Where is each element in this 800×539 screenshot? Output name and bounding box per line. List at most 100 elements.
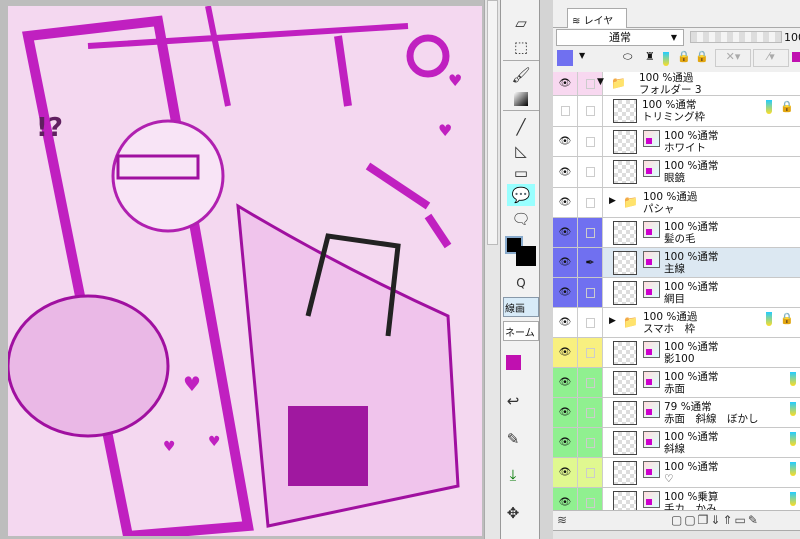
- color-swatch[interactable]: [506, 355, 521, 370]
- lock-icon[interactable]: 🔒: [677, 50, 691, 63]
- visibility-toggle[interactable]: 👁: [553, 248, 578, 277]
- visibility-toggle[interactable]: 👁: [553, 368, 578, 397]
- visibility-toggle[interactable]: 👁: [553, 72, 578, 95]
- edit-icon[interactable]: ✎: [503, 428, 523, 450]
- sub-color-swatch[interactable]: [516, 246, 536, 266]
- fill-bucket-icon[interactable]: 🖌: [507, 64, 535, 86]
- visibility-toggle[interactable]: 👁: [553, 278, 578, 307]
- edit-target-toggle[interactable]: [578, 278, 603, 307]
- folder-expanded-icon[interactable]: ▼: [597, 77, 604, 87]
- layer-name: 影100: [664, 353, 695, 365]
- visibility-toggle[interactable]: 👁: [553, 218, 578, 247]
- layer-row[interactable]: 👁 ✒ 100 %通常 主線: [553, 248, 800, 278]
- balloon-tail-icon[interactable]: 🗨: [507, 208, 535, 230]
- layer-row[interactable]: 👁 79 %通常 赤面 斜線 ぼかし: [553, 398, 800, 428]
- opacity-slider[interactable]: [690, 31, 782, 43]
- frame-icon[interactable]: ▭: [507, 162, 535, 184]
- edit-target-toggle[interactable]: [578, 188, 603, 217]
- gradient-icon[interactable]: [507, 88, 535, 110]
- blend-mode-select[interactable]: 通常 ▼: [556, 29, 684, 46]
- eye-icon: 👁: [558, 437, 572, 448]
- layer-name: 主線: [664, 263, 685, 275]
- clip-icon[interactable]: ✕▾: [715, 49, 751, 67]
- balloon-icon[interactable]: 💬: [507, 184, 535, 206]
- edit-target-toggle[interactable]: [578, 96, 603, 126]
- reference-icon[interactable]: ♜: [645, 50, 655, 63]
- layer-row[interactable]: 👁 100 %通常 斜線: [553, 428, 800, 458]
- visibility-toggle[interactable]: [553, 96, 578, 126]
- layer-row[interactable]: 100 %通常 トリミング枠 🔒: [553, 96, 800, 127]
- layer-thumbnail: [613, 341, 637, 365]
- subtool-lineart[interactable]: 線画: [503, 297, 539, 317]
- color-layer-icon[interactable]: [792, 52, 800, 62]
- edit-target-toggle[interactable]: [578, 157, 603, 187]
- folder-collapsed-icon[interactable]: ▶: [609, 316, 616, 326]
- visibility-toggle[interactable]: 👁: [553, 127, 578, 156]
- folder-icon: 📁: [623, 195, 638, 209]
- canvas-area[interactable]: !? ♥ ♥ ♥ ♥ ♥: [0, 0, 484, 539]
- ruler-toggle-icon[interactable]: ⁄▾: [753, 49, 789, 67]
- layer-row[interactable]: 👁 ▼ 📁 100 %通過 フォルダー 3: [553, 72, 800, 96]
- draft-pen-icon[interactable]: [663, 52, 669, 66]
- edit-target-toggle[interactable]: ✒: [578, 248, 603, 277]
- ruler-icon[interactable]: ◺: [507, 140, 535, 162]
- new-layer-icons[interactable]: ▢▢❐⇓⇑▭✎: [671, 513, 760, 527]
- visibility-toggle[interactable]: 👁: [553, 458, 578, 487]
- visibility-toggle[interactable]: 👁: [553, 157, 578, 187]
- layer-row[interactable]: 👁 100 %通常 ♡: [553, 458, 800, 488]
- canvas-scrollbar[interactable]: [484, 0, 500, 539]
- layer-row[interactable]: 👁 100 %通常 ホワイト: [553, 127, 800, 157]
- edit-target-toggle[interactable]: [578, 488, 603, 510]
- select-icon[interactable]: ⬚: [507, 36, 535, 58]
- edit-target-toggle[interactable]: [578, 428, 603, 457]
- layer-name: パシャ: [643, 203, 675, 215]
- layer-row[interactable]: 👁 100 %乗算 手カ かみ: [553, 488, 800, 510]
- undo-icon[interactable]: ↩: [503, 390, 523, 412]
- layer-opacity-mode: 100 %通過: [643, 191, 698, 203]
- layer-stack-icon[interactable]: ≋: [557, 513, 567, 527]
- folder-collapsed-icon[interactable]: ▶: [609, 196, 616, 206]
- edit-target-toggle[interactable]: [578, 458, 603, 487]
- visibility-toggle[interactable]: 👁: [553, 488, 578, 510]
- layer-name: フォルダー 3: [639, 84, 702, 96]
- chevron-down-icon[interactable]: ▼: [579, 51, 585, 60]
- visibility-toggle[interactable]: 👁: [553, 308, 578, 337]
- line-icon[interactable]: ╱: [507, 116, 535, 138]
- edit-target-toggle[interactable]: [578, 218, 603, 247]
- zoom-icon[interactable]: Q: [507, 272, 535, 294]
- layer-color-swatch[interactable]: [557, 50, 573, 66]
- drawing-canvas[interactable]: !? ♥ ♥ ♥ ♥ ♥: [8, 6, 482, 536]
- layer-row[interactable]: 👁 100 %通常 眼鏡: [553, 157, 800, 188]
- visibility-toggle[interactable]: 👁: [553, 428, 578, 457]
- visibility-toggle[interactable]: 👁: [553, 398, 578, 427]
- eye-icon: 👁: [558, 257, 572, 268]
- edit-target-toggle[interactable]: [578, 338, 603, 367]
- import-icon[interactable]: ⤓: [503, 464, 523, 486]
- svg-text:♥: ♥: [448, 71, 462, 90]
- layer-row[interactable]: 👁 100 %通常 赤面: [553, 368, 800, 398]
- subtool-name[interactable]: ネーム: [503, 321, 539, 341]
- mask-icon[interactable]: ⬭: [623, 50, 632, 64]
- layer-row[interactable]: 👁 100 %通常 髪の毛: [553, 218, 800, 248]
- edit-target-toggle[interactable]: [578, 127, 603, 156]
- layer-thumbnail: [613, 371, 637, 395]
- edit-target-toggle[interactable]: [578, 398, 603, 427]
- tab-layer[interactable]: ≋ レイヤー: [567, 8, 627, 42]
- edit-target-toggle[interactable]: [578, 368, 603, 397]
- layer-row[interactable]: 👁 100 %通常 影100: [553, 338, 800, 368]
- eraser-icon[interactable]: ▱: [507, 12, 535, 34]
- layer-row[interactable]: 👁 ▶ 📁 100 %通過 スマホ 枠 🔒: [553, 308, 800, 338]
- lock-icon: 🔒: [780, 100, 794, 113]
- layer-row[interactable]: 👁 ▶ 📁 100 %通過 パシャ: [553, 188, 800, 218]
- svg-text:♥: ♥: [438, 121, 452, 140]
- layer-thumbnail: [613, 431, 637, 455]
- layer-name: 斜線: [664, 443, 685, 455]
- edit-target-toggle[interactable]: [578, 308, 603, 337]
- lock-transparency-icon[interactable]: 🔒: [695, 50, 709, 63]
- visibility-toggle[interactable]: 👁: [553, 188, 578, 217]
- layer-row[interactable]: 👁 100 %通常 網目: [553, 278, 800, 308]
- eye-icon: 👁: [558, 136, 572, 147]
- visibility-toggle[interactable]: 👁: [553, 338, 578, 367]
- svg-text:♥: ♥: [208, 434, 221, 450]
- move-icon[interactable]: ✥: [503, 502, 523, 524]
